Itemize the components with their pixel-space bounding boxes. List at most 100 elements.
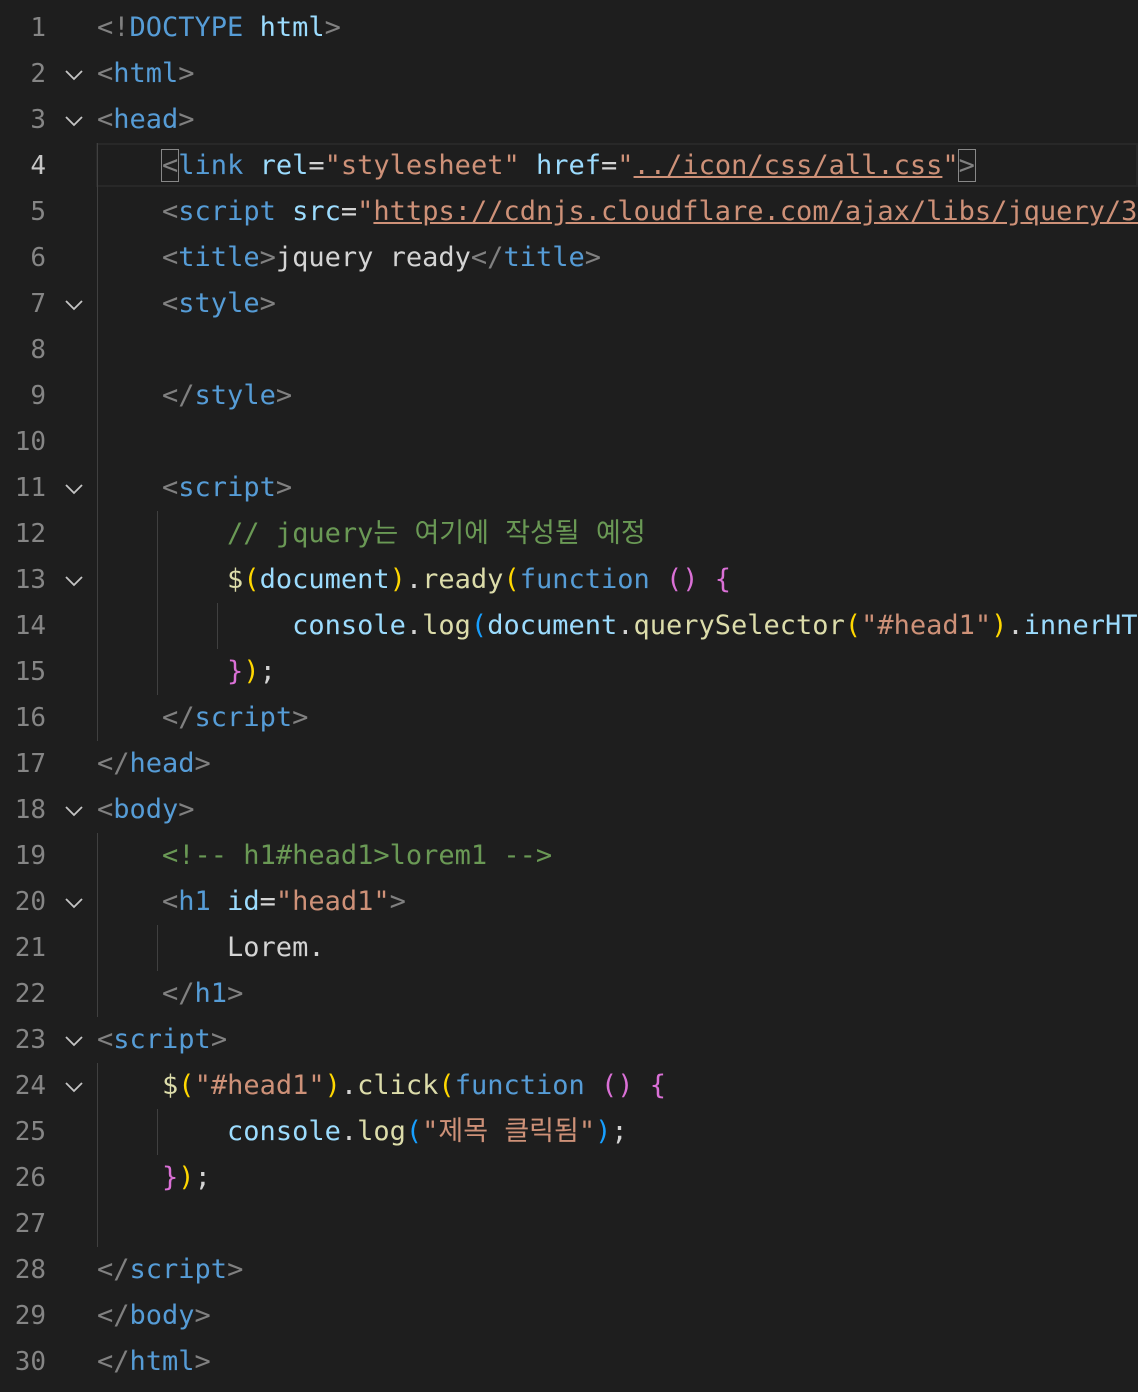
code-line[interactable]: 1 <!DOCTYPE html> [0,5,1138,51]
code-text[interactable]: console.log(document.querySelector("#hea… [97,603,1138,649]
code-text[interactable]: }); [97,649,1138,695]
code-line[interactable]: 7 <style> [0,281,1138,327]
code-token: style [194,380,276,411]
code-token: Lorem. [97,932,325,963]
code-text[interactable]: <body> [97,787,1138,833]
code-text[interactable]: $("#head1").click(function () { [97,1063,1138,1109]
line-number: 11 [14,473,46,503]
code-line[interactable]: 12 // jquery는 여기에 작성될 예정 [0,511,1138,557]
code-token: . [617,610,634,641]
code-token: ) [991,610,1008,641]
code-token: " [357,196,374,227]
fold-chevron-icon[interactable] [62,97,86,143]
code-text[interactable]: console.log("제목 클릭됨"); [97,1109,1138,1155]
code-token: querySelector [633,610,845,641]
code-token: </ [97,1254,130,1285]
fold-chevron-icon[interactable] [62,879,86,925]
code-token: ; [194,1162,211,1193]
code-text[interactable]: $(document).ready(function () { [97,557,1138,603]
code-text[interactable]: </h1> [97,971,1138,1017]
code-line[interactable]: 27 [0,1201,1138,1247]
code-line[interactable]: 24 $("#head1").click(function () { [0,1063,1138,1109]
code-token: ( [405,1116,423,1147]
code-text[interactable]: <head> [97,97,1138,143]
code-line[interactable]: 21 Lorem. [0,925,1138,971]
code-line[interactable]: 23 <script> [0,1017,1138,1063]
code-text[interactable]: <script> [97,465,1138,511]
code-text[interactable]: <link rel="stylesheet" href="../icon/css… [97,143,1138,189]
code-text[interactable]: </script> [97,695,1138,741]
code-token: = [259,886,276,917]
code-text[interactable]: </html> [97,1339,1138,1385]
fold-chevron-icon[interactable] [62,1017,86,1063]
code-token: ; [611,1116,628,1147]
code-text[interactable]: }); [97,1155,1138,1201]
code-text[interactable]: <script> [97,1017,1138,1063]
code-text[interactable]: <style> [97,281,1138,327]
fold-chevron-icon[interactable] [62,465,86,511]
code-text[interactable]: </style> [97,373,1138,419]
code-line[interactable]: 20 <h1 id="head1"> [0,879,1138,925]
line-number: 25 [14,1117,46,1147]
code-line[interactable]: 28 </script> [0,1247,1138,1293]
code-token: id [227,886,260,917]
code-line[interactable]: 30 </html> [0,1339,1138,1385]
code-token: script [113,1024,211,1055]
code-line[interactable]: 22 </h1> [0,971,1138,1017]
code-line[interactable]: 15 }); [0,649,1138,695]
line-number: 26 [14,1163,46,1193]
code-line[interactable]: 11 <script> [0,465,1138,511]
fold-chevron-icon[interactable] [62,281,86,327]
code-token: < [97,1024,114,1055]
code-text[interactable]: <!DOCTYPE html> [97,5,1138,51]
fold-chevron-icon[interactable] [62,51,86,97]
code-line[interactable]: 19 <!-- h1#head1>lorem1 --> [0,833,1138,879]
code-token: ready [422,564,504,595]
code-line[interactable]: 6 <title>jquery ready</title> [0,235,1138,281]
code-line[interactable]: 17 </head> [0,741,1138,787]
code-line[interactable]: 18 <body> [0,787,1138,833]
line-number: 23 [14,1025,46,1055]
code-line[interactable]: 8 [0,327,1138,373]
code-text[interactable]: Lorem. [97,925,1138,971]
line-number: 10 [14,427,46,457]
line-number: 12 [14,519,46,549]
code-text[interactable]: </body> [97,1293,1138,1339]
code-line[interactable]: 26 }); [0,1155,1138,1201]
code-text[interactable]: // jquery는 여기에 작성될 예정 [97,511,1138,557]
code-text[interactable]: </head> [97,741,1138,787]
code-line[interactable]: 16 </script> [0,695,1138,741]
code-line[interactable]: 29 </body> [0,1293,1138,1339]
code-text[interactable]: <!-- h1#head1>lorem1 --> [97,833,1138,879]
code-token: > [194,1300,211,1331]
line-number: 14 [14,611,46,641]
code-line[interactable]: 25 console.log("제목 클릭됨"); [0,1109,1138,1155]
code-line[interactable]: 9 </style> [0,373,1138,419]
code-line[interactable]: 5 <script src="https://cdnjs.cloudflare.… [0,189,1138,235]
code-token: > [292,702,309,733]
fold-chevron-icon[interactable] [62,787,86,833]
code-text[interactable]: <html> [97,51,1138,97]
code-text[interactable]: <script src="https://cdnjs.cloudflare.co… [97,189,1138,235]
code-editor[interactable]: 1 <!DOCTYPE html> 2 <html> 3 <head> 4 <link re… [0,0,1138,1392]
code-line[interactable]: 4 <link rel="stylesheet" href="../icon/c… [0,143,1138,189]
code-line[interactable]: 2 <html> [0,51,1138,97]
code-token: jquery ready [275,242,471,273]
code-line[interactable]: 14 console.log(document.querySelector("#… [0,603,1138,649]
code-token: DOCTYPE [129,12,244,43]
code-line[interactable]: 3 <head> [0,97,1138,143]
code-text[interactable]: </script> [97,1247,1138,1293]
code-text[interactable]: <title>jquery ready</title> [97,235,1138,281]
code-line[interactable]: 13 $(document).ready(function () { [0,557,1138,603]
code-token: { [649,1070,667,1101]
code-text[interactable]: <h1 id="head1"> [97,879,1138,925]
fold-chevron-icon[interactable] [62,557,86,603]
code-line[interactable]: 10 [0,419,1138,465]
fold-chevron-icon[interactable] [62,1063,86,1109]
